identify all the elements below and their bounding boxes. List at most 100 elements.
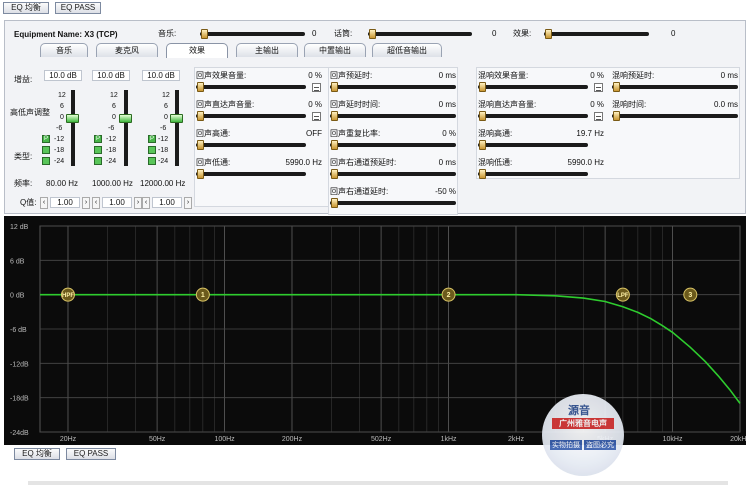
reverb-param-slider[interactable] bbox=[478, 85, 588, 89]
echo-time-param-thumb[interactable] bbox=[331, 198, 338, 208]
reverb-time-param-thumb[interactable] bbox=[613, 82, 620, 92]
band1-low-button[interactable] bbox=[42, 146, 50, 154]
echo-param-toggle[interactable] bbox=[312, 112, 321, 121]
echo-param-thumb[interactable] bbox=[197, 82, 204, 92]
tab-eq-pass-top[interactable]: EQ PASS bbox=[55, 2, 101, 14]
tab-eq-equalizer-top[interactable]: EQ 均衡 bbox=[3, 2, 49, 14]
band1-high-button[interactable] bbox=[42, 157, 50, 165]
band2-peak-button[interactable]: P bbox=[94, 135, 102, 143]
band2-high-button[interactable] bbox=[94, 157, 102, 165]
band2-scale-6: 6 bbox=[112, 103, 116, 110]
band2-low-button[interactable] bbox=[94, 146, 102, 154]
reverb-param-toggle[interactable] bbox=[594, 112, 603, 121]
y-tick-label: 6 dB bbox=[10, 258, 25, 265]
echo-time-param-slider[interactable] bbox=[330, 201, 456, 205]
tab-eq-pass-bottom[interactable]: EQ PASS bbox=[66, 448, 116, 460]
music-level-slider[interactable] bbox=[200, 32, 305, 36]
eq-point-label: HPF bbox=[62, 293, 74, 299]
band2-gain-value[interactable]: 10.0 dB bbox=[92, 70, 130, 81]
tab-subwoofer-output[interactable]: 超低音输出 bbox=[372, 43, 442, 57]
reverb-param-slider[interactable] bbox=[478, 172, 588, 176]
band3-peak-button[interactable]: P bbox=[148, 135, 156, 143]
echo-param-slider[interactable] bbox=[196, 143, 306, 147]
echo-param-toggle[interactable] bbox=[312, 83, 321, 92]
bottom-scrollbar[interactable] bbox=[28, 481, 728, 485]
band3-gain-value[interactable]: 10.0 dB bbox=[142, 70, 180, 81]
reverb-time-param-slider[interactable] bbox=[612, 114, 738, 118]
band1-gain-slider[interactable] bbox=[71, 90, 75, 166]
band1-peak-button[interactable]: P bbox=[42, 135, 50, 143]
tab-music[interactable]: 音乐 bbox=[40, 43, 88, 57]
x-tick-label: 20kHz bbox=[730, 436, 746, 443]
watermark-line3: 盗图必究 bbox=[584, 440, 616, 450]
echo-time-param-thumb[interactable] bbox=[331, 140, 338, 150]
reverb-param-thumb[interactable] bbox=[479, 82, 486, 92]
band2-q-decrease[interactable]: ‹ bbox=[92, 197, 100, 209]
mic-level-thumb[interactable] bbox=[369, 29, 376, 39]
tab-center-output[interactable]: 中置输出 bbox=[304, 43, 366, 57]
x-tick-label: 200Hz bbox=[282, 436, 303, 443]
reverb-param-toggle[interactable] bbox=[594, 83, 603, 92]
tab-main-output[interactable]: 主输出 bbox=[236, 43, 298, 57]
echo-param-thumb[interactable] bbox=[197, 140, 204, 150]
x-tick-label: 502Hz bbox=[371, 436, 392, 443]
frequency-response-chart[interactable]: 20Hz50Hz100Hz200Hz502Hz1kHz2kHz5kHz10kHz… bbox=[4, 216, 750, 445]
band3-q-value[interactable]: 1.00 bbox=[152, 197, 182, 208]
tab-effect[interactable]: 效果 bbox=[166, 43, 228, 58]
band3-gain-thumb[interactable] bbox=[170, 114, 183, 123]
band2-q-increase[interactable]: › bbox=[134, 197, 142, 209]
reverb-param-slider[interactable] bbox=[478, 143, 588, 147]
band3-scale-6: 6 bbox=[164, 103, 168, 110]
echo-param-thumb[interactable] bbox=[197, 169, 204, 179]
band1-q-value[interactable]: 1.00 bbox=[50, 197, 80, 208]
band1-scale-6: 6 bbox=[60, 103, 64, 110]
band3-gain-slider[interactable] bbox=[175, 90, 179, 166]
x-tick-label: 50Hz bbox=[149, 436, 166, 443]
reverb-time-param-thumb[interactable] bbox=[613, 111, 620, 121]
band3-scale-12: 12 bbox=[162, 92, 170, 99]
echo-param-slider[interactable] bbox=[196, 172, 306, 176]
echo-time-param-slider[interactable] bbox=[330, 85, 456, 89]
band2-q-value[interactable]: 1.00 bbox=[102, 197, 132, 208]
band1-gain-thumb[interactable] bbox=[66, 114, 79, 123]
echo-param-slider[interactable] bbox=[196, 114, 306, 118]
echo-param-value: 0 % bbox=[308, 100, 322, 109]
effect-level-thumb[interactable] bbox=[545, 29, 552, 39]
band1-gain-value[interactable]: 10.0 dB bbox=[44, 70, 82, 81]
band3-q-decrease[interactable]: ‹ bbox=[142, 197, 150, 209]
reverb-param-thumb[interactable] bbox=[479, 169, 486, 179]
reverb-param-slider[interactable] bbox=[478, 114, 588, 118]
echo-time-param-slider[interactable] bbox=[330, 172, 456, 176]
type-label: 类型: bbox=[14, 152, 33, 161]
reverb-param-thumb[interactable] bbox=[479, 111, 486, 121]
watermark-line2: 实物拍摄 bbox=[550, 440, 582, 450]
echo-time-param-thumb[interactable] bbox=[331, 169, 338, 179]
band1-q-increase[interactable]: › bbox=[82, 197, 90, 209]
band3-low-button[interactable] bbox=[148, 146, 156, 154]
effect-level-slider[interactable] bbox=[544, 32, 649, 36]
echo-param-thumb[interactable] bbox=[197, 111, 204, 121]
tab-microphone[interactable]: 麦克风 bbox=[96, 43, 158, 57]
echo-time-param-value: 0 ms bbox=[438, 158, 456, 167]
echo-param-slider[interactable] bbox=[196, 85, 306, 89]
echo-time-param-thumb[interactable] bbox=[331, 111, 338, 121]
echo-time-param-thumb[interactable] bbox=[331, 82, 338, 92]
echo-time-param-slider[interactable] bbox=[330, 114, 456, 118]
reverb-param-thumb[interactable] bbox=[479, 140, 486, 150]
band1-q-decrease[interactable]: ‹ bbox=[40, 197, 48, 209]
mic-level-slider[interactable] bbox=[368, 32, 472, 36]
band3-high-button[interactable] bbox=[148, 157, 156, 165]
band2-gain-thumb[interactable] bbox=[119, 114, 132, 123]
q-label: Q值: bbox=[20, 198, 37, 207]
reverb-time-param-slider[interactable] bbox=[612, 85, 738, 89]
tab-eq-equalizer-bottom[interactable]: EQ 均衡 bbox=[14, 448, 60, 460]
band3-q-increase[interactable]: › bbox=[184, 197, 192, 209]
band3-scale-0: 0 bbox=[164, 114, 168, 121]
y-tick-label: -18dB bbox=[10, 396, 29, 403]
reverb-param-value: 19.7 Hz bbox=[576, 129, 604, 138]
mic-level-value: 0 bbox=[492, 29, 497, 38]
echo-time-param-slider[interactable] bbox=[330, 143, 456, 147]
echo-time-param-label: 回声右通道延时: bbox=[330, 187, 389, 196]
band2-gain-slider[interactable] bbox=[124, 90, 128, 166]
music-level-thumb[interactable] bbox=[201, 29, 208, 39]
